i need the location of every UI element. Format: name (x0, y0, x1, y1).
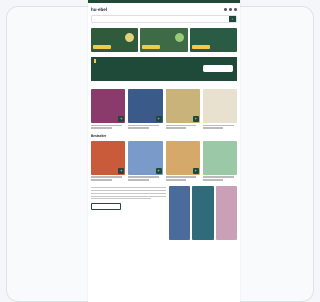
book-card[interactable]: + (91, 89, 126, 129)
book-title-placeholder (165, 124, 197, 126)
book-title-placeholder (128, 124, 160, 126)
book-card[interactable]: + (91, 140, 126, 181)
section-header-bestseller: Bestseller (91, 134, 237, 138)
banner-highlight (94, 59, 96, 63)
promo-banner (91, 57, 237, 81)
book-title-placeholder (91, 124, 122, 126)
book-card[interactable]: + (165, 140, 200, 181)
book-row-recommended: + + + (91, 89, 237, 129)
book-card[interactable]: + (128, 140, 163, 181)
text-line (91, 195, 166, 197)
add-to-cart-button[interactable]: + (118, 116, 125, 122)
book-cover[interactable] (192, 185, 214, 240)
book-card[interactable] (202, 89, 237, 129)
book-author-placeholder (91, 127, 112, 129)
book-cover[interactable] (169, 185, 191, 240)
add-to-cart-button[interactable]: + (192, 116, 199, 122)
search-bar: ⌕ (91, 15, 237, 23)
book-author-placeholder (202, 179, 224, 181)
book-cover[interactable]: + (128, 89, 163, 123)
book-card[interactable]: + (165, 89, 200, 129)
section-title: Bestseller (91, 133, 107, 138)
promo-badge (174, 33, 184, 42)
book-cover[interactable]: + (165, 140, 200, 175)
search-button[interactable]: ⌕ (229, 16, 236, 22)
editorial-text (91, 186, 166, 240)
book-cover[interactable]: + (165, 89, 200, 123)
text-line (91, 189, 166, 192)
book-card[interactable] (202, 140, 237, 181)
book-title-placeholder (128, 176, 160, 178)
book-author-placeholder (165, 127, 187, 129)
book-title-placeholder (165, 176, 197, 178)
page-preview: hu·ebel ⌕ + + + Bestseller + + + (88, 0, 240, 302)
editorial-section (91, 185, 237, 240)
promo-badge (125, 33, 135, 42)
book-cover[interactable] (202, 89, 237, 123)
book-title-placeholder (202, 176, 234, 178)
book-cover[interactable] (215, 185, 237, 240)
wishlist-icon[interactable] (229, 7, 232, 11)
book-cover[interactable] (202, 140, 237, 175)
site-header: hu·ebel (88, 3, 240, 15)
account-icon[interactable] (224, 7, 227, 11)
promo-button[interactable] (191, 45, 210, 49)
promo-tile[interactable] (189, 28, 237, 52)
add-to-cart-button[interactable]: + (118, 167, 125, 174)
promo-tiles (91, 28, 237, 52)
book-author-placeholder (128, 127, 149, 129)
banner-line-2 (94, 59, 234, 64)
promo-tile[interactable] (91, 28, 139, 52)
book-card[interactable]: + (128, 89, 163, 129)
book-cover[interactable]: + (91, 140, 126, 175)
promo-button[interactable] (93, 45, 111, 49)
add-to-cart-button[interactable]: + (192, 167, 199, 174)
book-row-bestseller: + + + (91, 140, 237, 181)
book-title-placeholder (202, 124, 234, 126)
add-to-cart-button[interactable]: + (155, 116, 162, 122)
search-icon: ⌕ (231, 17, 234, 21)
banner-button[interactable] (203, 65, 233, 72)
text-line (91, 192, 166, 194)
editorial-books (169, 185, 237, 240)
site-logo[interactable]: hu·ebel (91, 7, 107, 12)
book-author-placeholder (165, 179, 187, 181)
text-line (91, 187, 166, 189)
book-author-placeholder (128, 179, 149, 181)
header-icons (224, 7, 237, 11)
book-author-placeholder (202, 127, 224, 129)
text-line (91, 198, 151, 200)
book-cover[interactable]: + (91, 89, 126, 123)
book-title-placeholder (91, 176, 122, 178)
cart-icon[interactable] (234, 7, 237, 11)
add-to-cart-button[interactable]: + (155, 167, 162, 174)
editorial-button[interactable] (91, 203, 121, 211)
promo-tile[interactable] (140, 28, 188, 52)
book-author-placeholder (91, 179, 112, 181)
promo-button[interactable] (142, 45, 161, 49)
book-cover[interactable]: + (128, 140, 163, 175)
